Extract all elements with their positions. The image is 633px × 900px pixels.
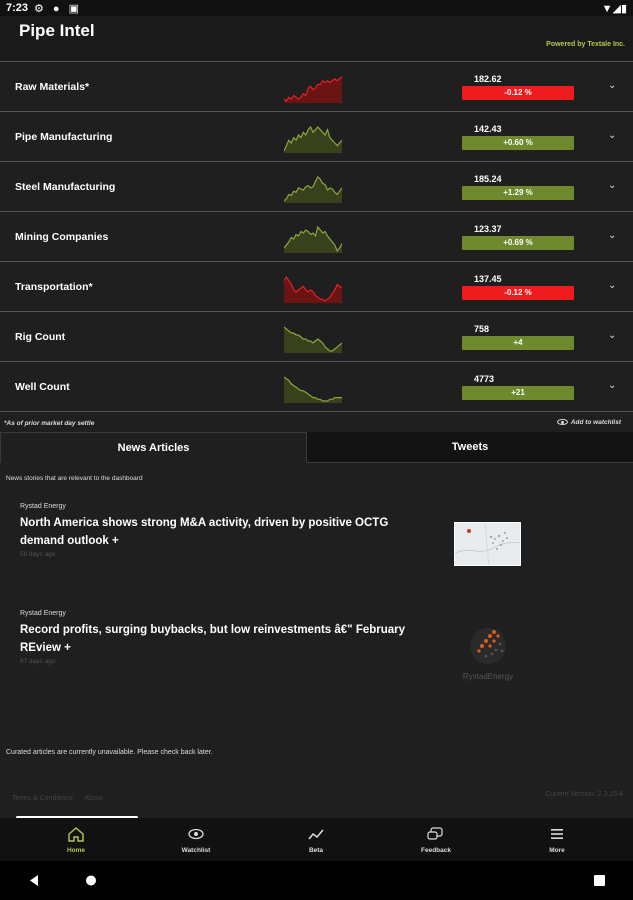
index-value: 142.43 [474, 124, 502, 134]
sparkline-area [284, 277, 342, 303]
article-headline[interactable]: North America shows strong M&A activity,… [20, 514, 420, 550]
system-tray-icons: ▼◢▮ [601, 3, 627, 15]
sparkline-chart [284, 376, 342, 403]
eye-icon [556, 419, 568, 426]
index-row[interactable]: Rig Count 758 +4 ⌄ [0, 312, 633, 362]
nav-more[interactable]: More [494, 818, 620, 861]
index-value: 758 [474, 324, 490, 334]
index-value: 185.24 [474, 174, 502, 184]
about-link[interactable]: About [84, 795, 102, 802]
settle-footnote: *As of prior market day settle [4, 420, 95, 427]
chevron-down-icon[interactable]: ⌄ [608, 230, 616, 241]
system-nav-icons [30, 875, 605, 886]
sparkline-area [284, 227, 342, 253]
tab-news-articles[interactable]: News Articles [0, 432, 307, 463]
index-row[interactable]: Mining Companies 123.37 +0.69 % ⌄ [0, 212, 633, 262]
menu-icon [551, 829, 563, 839]
change-badge: +0.69 % [462, 236, 574, 250]
sparkline-chart [284, 326, 342, 353]
eye-icon [188, 828, 204, 840]
chevron-down-icon[interactable]: ⌄ [608, 80, 616, 91]
back-icon [30, 875, 38, 886]
watchlist-link-label: Add to watchlist [570, 419, 621, 426]
sparkline-chart [284, 76, 342, 103]
change-badge: -0.12 % [462, 286, 574, 300]
app-header: Pipe Intel Powered by Textale Inc. [0, 16, 633, 62]
article-source: Rystad Energy [20, 610, 66, 617]
chevron-down-icon[interactable]: ⌄ [608, 280, 616, 291]
index-label: Raw Materials* [15, 81, 90, 93]
index-label: Transportation* [15, 281, 93, 293]
map-icon [455, 523, 520, 565]
index-row[interactable]: Transportation* 137.45 -0.12 % ⌄ [0, 262, 633, 312]
home-icon [68, 827, 84, 842]
chevron-down-icon[interactable]: ⌄ [608, 180, 616, 191]
index-value: 123.37 [474, 224, 502, 234]
curated-message: Curated articles are currently unavailab… [6, 749, 213, 756]
sparkline-chart [284, 176, 342, 203]
article-age: 58 days ago [20, 551, 56, 558]
change-badge: +0.60 % [462, 136, 574, 150]
system-navigation-bar [0, 861, 633, 900]
app-version: Current Version: 2.3.15.4 [545, 791, 623, 798]
change-badge: +21 [462, 386, 574, 400]
news-description: News stories that are relevant to the da… [6, 475, 143, 482]
change-badge: +1.29 % [462, 186, 574, 200]
nav-watchlist[interactable]: Watchlist [133, 818, 259, 861]
app-title: Pipe Intel [19, 21, 95, 40]
index-row[interactable]: Pipe Manufacturing 142.43 +0.60 % ⌄ [0, 112, 633, 162]
nav-beta-label: Beta [308, 847, 324, 854]
index-label: Well Count [15, 381, 70, 393]
nav-watchlist-label: Watchlist [181, 847, 211, 854]
nav-more-label: More [549, 847, 565, 854]
article-age: 87 days ago [20, 658, 56, 665]
article-headline[interactable]: Record profits, surging buybacks, but lo… [20, 621, 420, 657]
article-thumbnail-logo[interactable]: RystadEnergy [452, 624, 524, 684]
nav-beta[interactable]: Beta [253, 818, 379, 861]
tab-tweets[interactable]: Tweets [307, 432, 633, 463]
index-row[interactable]: Well Count 4773 +21 ⌄ [0, 362, 633, 412]
status-bar: 7:23 ⚙ ● ▣ ▼◢▮ [0, 0, 633, 16]
sparkline-chart [284, 225, 342, 253]
change-badge: -0.12 % [462, 86, 574, 100]
notification-icons: ⚙ ● ▣ [34, 3, 83, 15]
index-row[interactable]: Raw Materials* 182.62 -0.12 % ⌄ [0, 62, 633, 112]
sparkline-area [284, 327, 342, 353]
index-value: 182.62 [474, 74, 502, 84]
home-circle-icon [86, 875, 96, 886]
chevron-down-icon[interactable]: ⌄ [608, 380, 616, 391]
index-row[interactable]: Steel Manufacturing 185.24 +1.29 % ⌄ [0, 162, 633, 212]
rystad-logo-icon [470, 628, 506, 664]
trend-icon [308, 829, 324, 840]
change-badge: +4 [462, 336, 574, 350]
nav-feedback-label: Feedback [421, 847, 451, 854]
chevron-down-icon[interactable]: ⌄ [608, 330, 616, 341]
nav-home-label: Home [66, 847, 86, 854]
article-thumbnail-map[interactable] [454, 522, 521, 566]
sparkline-chart [284, 125, 342, 153]
feedback-icon [427, 827, 443, 840]
index-label: Mining Companies [15, 231, 109, 243]
rystad-logo-text: RystadEnergy [462, 672, 514, 681]
sparkline-chart [284, 275, 342, 303]
news-article[interactable]: Rystad Energy Record profits, surging bu… [20, 610, 620, 665]
index-label: Pipe Manufacturing [15, 131, 113, 143]
chevron-down-icon[interactable]: ⌄ [608, 130, 616, 141]
news-article[interactable]: Rystad Energy North America shows strong… [20, 503, 620, 558]
content-tabs: News Articles Tweets [0, 432, 633, 463]
powered-by: Powered by Textale Inc. [546, 41, 625, 48]
index-label: Rig Count [15, 331, 66, 343]
recents-icon [594, 875, 605, 886]
index-label: Steel Manufacturing [15, 181, 116, 193]
index-value: 4773 [474, 374, 495, 384]
article-source: Rystad Energy [20, 503, 66, 510]
nav-feedback[interactable]: Feedback [373, 818, 499, 861]
add-to-watchlist-link[interactable]: Add to watchlist [556, 419, 621, 426]
footer-links: Terms & Conditions About [12, 795, 113, 802]
terms-link[interactable]: Terms & Conditions [12, 795, 73, 802]
index-value: 137.45 [474, 274, 502, 284]
nav-home[interactable]: Home [13, 818, 139, 861]
bottom-navigation: Home Watchlist Beta Feedback More [0, 818, 633, 861]
status-time: 7:23 [6, 2, 29, 14]
